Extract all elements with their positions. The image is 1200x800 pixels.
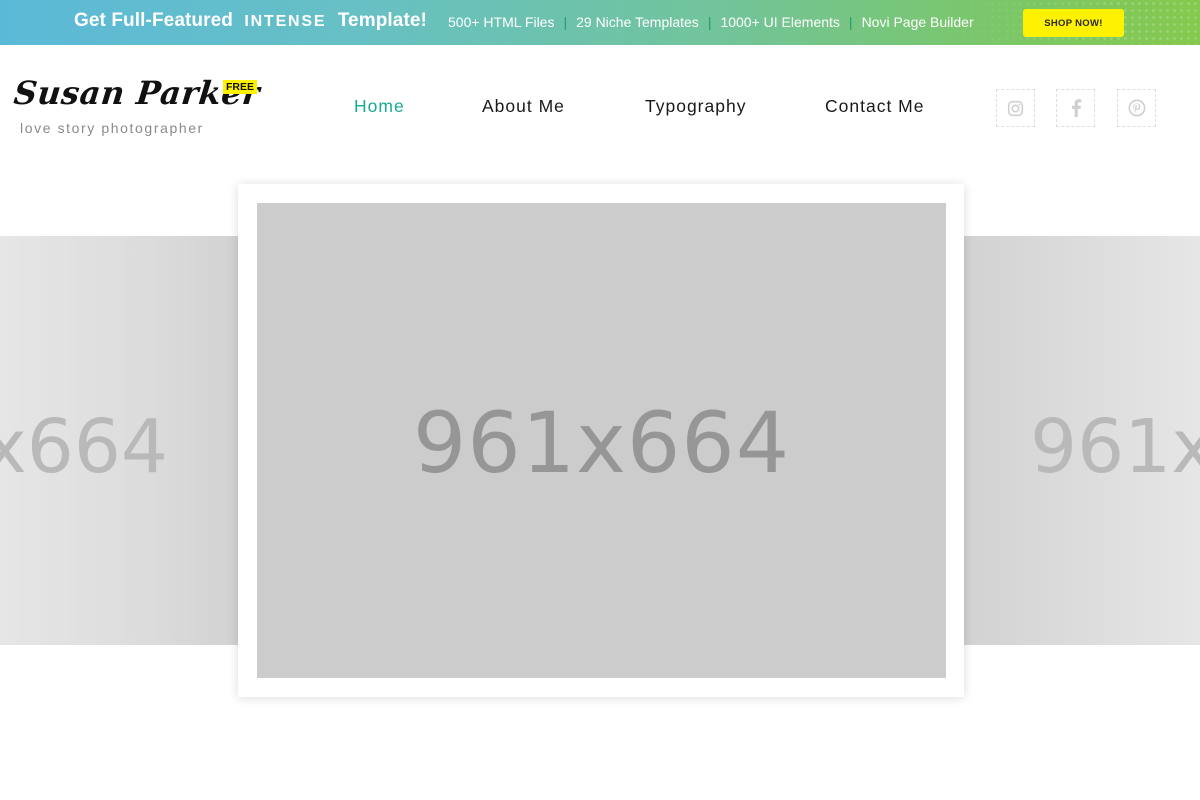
slider-prev-slide[interactable]: 961x664	[0, 236, 240, 645]
nav-item-home[interactable]: Home	[354, 96, 405, 117]
promo-separator: |	[707, 14, 712, 30]
current-slide-image[interactable]: 961x664	[257, 203, 946, 678]
nav-item-typography[interactable]: Typography	[645, 96, 746, 117]
promo-feature: 500+ HTML Files	[448, 14, 555, 30]
promo-title-prefix: Get Full-Featured	[74, 10, 233, 31]
prev-slide-placeholder-label: 961x664	[0, 404, 168, 490]
facebook-icon	[1071, 99, 1081, 117]
promo-title: Get Full-Featured INTENSE Template!	[74, 10, 427, 32]
free-badge: FREE	[223, 80, 258, 94]
slider-next-slide[interactable]: 961x664	[962, 236, 1200, 645]
shop-now-button[interactable]: SHOP NOW!	[1023, 9, 1124, 37]
slider-current-slide[interactable]: 961x664	[238, 184, 964, 697]
current-slide-placeholder-label: 961x664	[412, 393, 791, 492]
nav-item-contact-me[interactable]: Contact Me	[825, 96, 924, 117]
next-slide-placeholder-label: 961x664	[1030, 404, 1200, 490]
pinterest-link[interactable]	[1117, 89, 1156, 127]
promo-title-suffix: Template!	[337, 10, 427, 31]
pinterest-icon	[1128, 99, 1145, 117]
promo-title-brand: INTENSE	[244, 13, 327, 30]
instagram-link[interactable]	[996, 89, 1035, 127]
promo-feature: 29 Niche Templates	[576, 14, 699, 30]
promo-feature: 1000+ UI Elements	[720, 14, 840, 30]
promo-separator: |	[563, 14, 568, 30]
nav-item-about-me[interactable]: About Me	[482, 96, 565, 117]
logo-tagline: love story photographer	[20, 120, 204, 136]
facebook-link[interactable]	[1056, 89, 1095, 127]
promo-banner: Get Full-Featured INTENSE Template! 500+…	[0, 0, 1200, 45]
instagram-icon	[1007, 100, 1024, 116]
promo-features: 500+ HTML Files | 29 Niche Templates | 1…	[448, 14, 974, 30]
promo-feature: Novi Page Builder	[861, 14, 974, 30]
promo-separator: |	[848, 14, 853, 30]
